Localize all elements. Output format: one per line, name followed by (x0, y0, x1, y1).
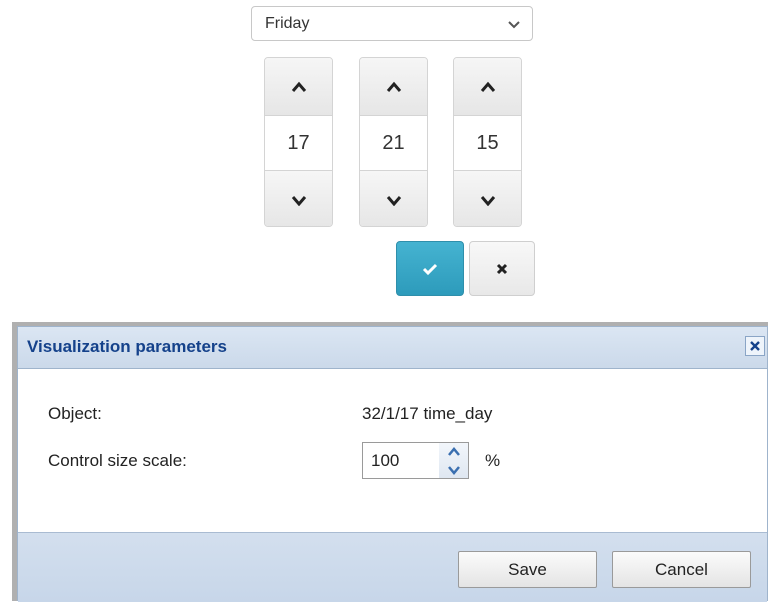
dialog-title: Visualization parameters (27, 337, 227, 356)
dialog-footer: Save Cancel (18, 532, 767, 602)
close-icon (496, 263, 508, 274)
hour-value[interactable]: 17 (265, 116, 332, 170)
cancel-button[interactable]: Cancel (612, 551, 751, 588)
scale-increment-button[interactable] (439, 443, 468, 461)
second-decrement-button[interactable] (454, 170, 521, 226)
minute-decrement-button[interactable] (360, 170, 427, 226)
caret-down-icon (447, 466, 460, 475)
day-select[interactable]: Friday (251, 6, 533, 41)
second-increment-button[interactable] (454, 58, 521, 116)
scale-unit: % (485, 451, 501, 470)
caret-up-icon (291, 81, 306, 92)
check-icon (422, 263, 438, 275)
cancel-time-button[interactable] (469, 241, 535, 296)
caret-down-icon (480, 195, 495, 206)
object-value: 32/1/17 time_day (362, 404, 493, 423)
minute-value[interactable]: 21 (360, 116, 427, 170)
object-label: Object: (48, 404, 102, 423)
save-button[interactable]: Save (458, 551, 597, 588)
scale-decrement-button[interactable] (439, 461, 468, 479)
scale-label: Control size scale: (48, 451, 187, 470)
dialog-close-button[interactable] (745, 336, 765, 356)
hour-decrement-button[interactable] (265, 170, 332, 226)
caret-up-icon (480, 81, 495, 92)
scale-stepper[interactable] (439, 442, 469, 479)
hour-increment-button[interactable] (265, 58, 332, 116)
caret-down-icon (386, 195, 401, 206)
hour-spinner: 17 (264, 57, 333, 227)
minute-increment-button[interactable] (360, 58, 427, 116)
dialog-title-bar: Visualization parameters (18, 327, 767, 369)
caret-up-icon (447, 447, 460, 456)
chevron-down-icon (508, 20, 520, 28)
minute-spinner: 21 (359, 57, 428, 227)
second-value[interactable]: 15 (454, 116, 521, 170)
visualization-parameters-dialog: Visualization parameters Object: 32/1/17… (17, 326, 768, 602)
caret-down-icon (291, 195, 306, 206)
close-icon (750, 341, 760, 351)
second-spinner: 15 (453, 57, 522, 227)
caret-up-icon (386, 81, 401, 92)
scale-input[interactable]: 100 (362, 442, 442, 479)
day-select-value: Friday (265, 14, 310, 32)
confirm-button[interactable] (396, 241, 464, 296)
